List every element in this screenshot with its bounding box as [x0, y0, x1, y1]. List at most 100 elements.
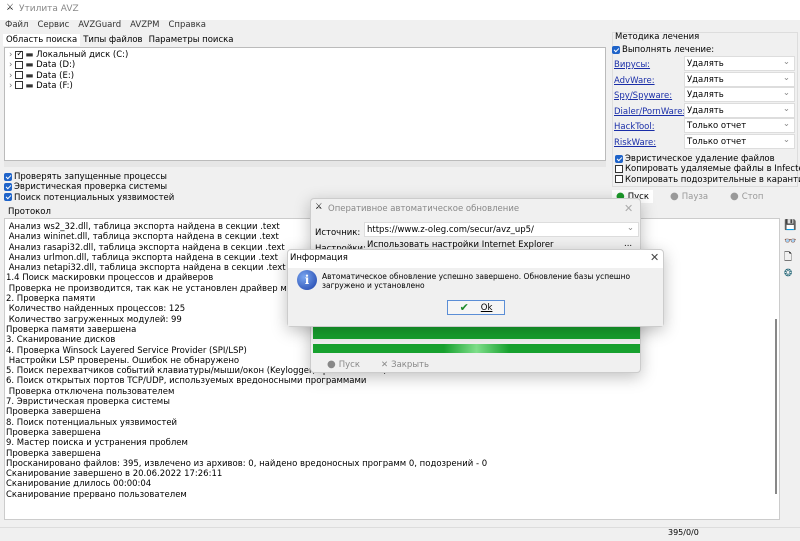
- action-select[interactable]: Удалять: [684, 102, 795, 118]
- drive-checkbox[interactable]: [15, 81, 24, 90]
- option-label: Проверять запущенные процессы: [14, 172, 167, 182]
- option-label: Эвристическая проверка системы: [14, 182, 168, 193]
- drive-label: Data (D:): [36, 60, 76, 71]
- app-icon: ⚔: [315, 202, 323, 212]
- log-line: Сканирование завершено в 20.06.2022 17:2…: [6, 469, 223, 480]
- action-value: Удалять: [687, 105, 724, 116]
- log-line: Сканирование длилось 00:00:04: [6, 479, 152, 490]
- close-icon[interactable]: ✕: [650, 251, 659, 264]
- threat-type-link[interactable]: Вирусы:: [614, 60, 650, 70]
- log-scrollbar[interactable]: [775, 319, 777, 494]
- chevron-right-icon[interactable]: ›: [9, 71, 12, 81]
- ok-label: Ok: [480, 302, 493, 313]
- update-dialog-title: Оперативное автоматическое обновление: [328, 204, 520, 214]
- action-value: Удалять: [687, 59, 724, 69]
- tab-file-types[interactable]: Типы файлов: [80, 34, 145, 46]
- threat-type-link[interactable]: AdvWare:: [614, 76, 655, 86]
- log-line: 8. Поиск потенциальных уязвимостей: [6, 417, 178, 428]
- log-line: Проверка завершена: [6, 407, 101, 418]
- update-start-button[interactable]: ● Пуск: [323, 358, 364, 371]
- tree-hscrollbar[interactable]: [4, 161, 606, 167]
- drive-checkbox[interactable]: [15, 71, 24, 80]
- log-line: 9. Мастер поиска и устранения проблем: [6, 438, 188, 449]
- save-icon[interactable]: 💾: [784, 218, 796, 234]
- chevron-right-icon[interactable]: ›: [9, 50, 12, 60]
- option-checkbox[interactable]: [4, 193, 12, 202]
- checkmark-icon: ✔: [459, 301, 469, 314]
- check-label: Копировать подозрительные в карантин: [625, 174, 800, 185]
- pause-button[interactable]: ● Пауза: [666, 190, 712, 203]
- stop-icon: ●: [730, 191, 739, 202]
- action-select[interactable]: Только отчет: [684, 117, 795, 133]
- update-start-label: Пуск: [338, 359, 360, 370]
- app-icon: ⚔: [6, 3, 15, 13]
- update-close-button[interactable]: ✕ Закрыть: [377, 358, 433, 371]
- progress-bar-2: [313, 344, 640, 353]
- threat-type-link[interactable]: Spy/Spyware:: [614, 91, 672, 101]
- network-icon[interactable]: ❂: [784, 266, 796, 282]
- progress-bar-1: [313, 327, 640, 339]
- action-value: Удалять: [687, 74, 724, 85]
- action-value: Только отчет: [687, 121, 747, 131]
- close-icon[interactable]: ✕: [624, 202, 633, 215]
- info-dialog-title: Информация: [290, 253, 348, 263]
- chevron-right-icon[interactable]: ›: [9, 81, 12, 91]
- ok-button[interactable]: ✔ Ok: [447, 300, 505, 315]
- drive-icon: ▬: [25, 50, 37, 60]
- glasses-icon[interactable]: 👓: [784, 234, 796, 250]
- drive-label: Data (E:): [36, 70, 75, 81]
- chevron-right-icon[interactable]: ›: [9, 60, 12, 70]
- menu-help[interactable]: Справка: [168, 20, 205, 30]
- source-label: Источник:: [315, 228, 361, 238]
- menu-file[interactable]: Файл: [5, 20, 28, 30]
- heuristic-delete-checkbox[interactable]: [615, 154, 623, 163]
- threat-type-link[interactable]: Dialer/PornWare:: [614, 107, 685, 117]
- side-toolbar: 💾 👓 🗋 ❂: [784, 218, 796, 282]
- drive-checkbox[interactable]: [15, 60, 24, 69]
- drive-label: Локальный диск (C:): [36, 50, 129, 60]
- enable-treatment-checkbox[interactable]: [612, 45, 620, 54]
- status-bar: 395/0/0: [0, 527, 800, 541]
- option-checkbox[interactable]: [4, 182, 12, 191]
- drive-icon: ▬: [25, 80, 37, 91]
- action-select[interactable]: Удалять: [684, 55, 795, 71]
- update-close-label: Закрыть: [391, 359, 429, 370]
- tab-search-area[interactable]: Область поиска: [3, 34, 81, 46]
- copy-infected-checkbox[interactable]: [615, 164, 623, 173]
- stop-button[interactable]: ● Стоп: [726, 190, 767, 203]
- copy-quarantine-checkbox[interactable]: [615, 175, 623, 184]
- action-value: Удалять: [687, 90, 724, 100]
- log-line: Проверка отключена пользователем: [6, 386, 175, 397]
- title-bar: ⚔ Утилита AVZ: [0, 0, 800, 20]
- drive-checkbox[interactable]: ✓: [15, 49, 24, 59]
- tree-item[interactable]: › ✓ ▬ Локальный диск (C:): [9, 49, 605, 61]
- tree-item[interactable]: › ▬ Data (D:): [9, 60, 605, 70]
- menu-service[interactable]: Сервис: [37, 20, 69, 30]
- protocol-title: Протокол: [8, 207, 51, 217]
- log-line: 7. Эвристическая проверка системы: [6, 397, 170, 408]
- action-select[interactable]: Удалять: [684, 86, 795, 102]
- scan-options: Проверять запущенные процессы Эвристичес…: [4, 172, 174, 203]
- source-value: https://www.z-oleg.com/secur/avz_up5/: [367, 225, 534, 235]
- log-line: Просканировано файлов: 395, извлечено из…: [6, 458, 488, 469]
- stop-label: Стоп: [741, 191, 764, 202]
- window-title: Утилита AVZ: [19, 4, 79, 14]
- action-select[interactable]: Удалять: [684, 71, 795, 87]
- settings-more-button[interactable]: ...: [624, 239, 632, 249]
- menu-avzguard[interactable]: AVZGuard: [78, 20, 121, 30]
- document-icon[interactable]: 🗋: [784, 250, 796, 266]
- threat-type-link[interactable]: RiskWare:: [614, 138, 656, 148]
- threat-type-link[interactable]: HackTool:: [614, 122, 655, 132]
- tree-item[interactable]: › ▬ Data (E:): [9, 71, 605, 81]
- menu-avzpm[interactable]: AVZPM: [130, 20, 159, 30]
- option-checkbox[interactable]: [4, 172, 12, 181]
- source-select[interactable]: https://www.z-oleg.com/secur/avz_up5/: [364, 221, 639, 237]
- action-select[interactable]: Только отчет: [684, 133, 795, 149]
- option-label: Поиск потенциальных уязвимостей: [14, 192, 175, 203]
- tab-search-params[interactable]: Параметры поиска: [146, 34, 237, 46]
- pause-icon: ●: [670, 191, 679, 202]
- drive-icon: ▬: [25, 70, 37, 81]
- treatment-title: Методика лечения: [615, 32, 700, 42]
- tree-item[interactable]: › ▬ Data (F:): [9, 81, 605, 91]
- drive-tree: › ✓ ▬ Локальный диск (C:) › ▬ Data (D:) › ▬ Da…: [4, 47, 606, 161]
